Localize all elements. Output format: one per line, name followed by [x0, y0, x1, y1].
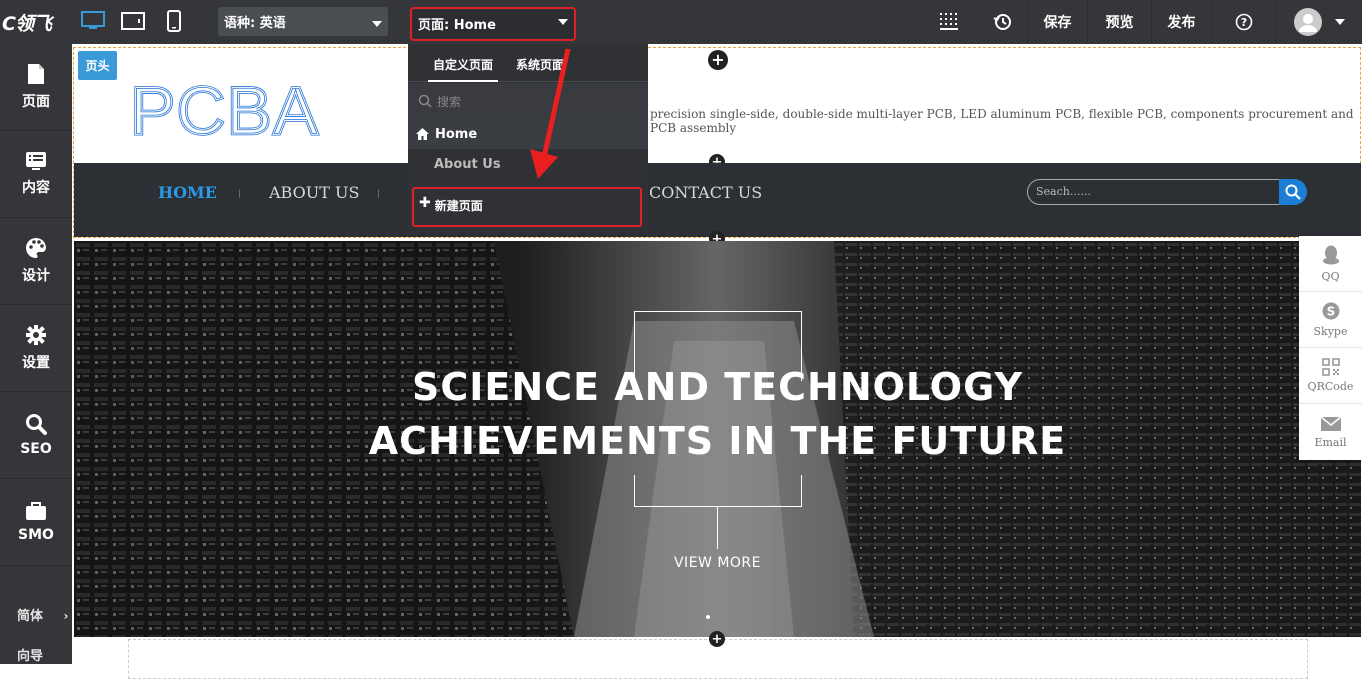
sidebar-item-label: 设置 — [22, 355, 50, 371]
language-select[interactable]: 语种: 英语 — [218, 7, 388, 36]
plus-icon: ✚ — [419, 195, 431, 211]
sidebar-language-label: 简体 — [17, 609, 44, 624]
hero-banner: SCIENCE AND TECHNOLOGY ACHIEVEMENTS IN T… — [74, 241, 1361, 637]
new-page-label: 新建页面 — [434, 199, 483, 213]
site-search-input[interactable]: Seach...... — [1027, 179, 1281, 205]
sidebar-item-design[interactable]: 设计 — [0, 218, 72, 305]
skype-icon: S — [1322, 302, 1339, 320]
svg-text:PCBA: PCBA — [130, 80, 319, 140]
email-icon — [1320, 415, 1341, 431]
top-toolbar: C领飞 语种: 英语 页面: Home 保存 预览 发布 ? — [0, 0, 1362, 44]
grid-icon[interactable] — [929, 0, 969, 44]
sidebar-item-label: SEO — [20, 441, 52, 457]
view-more-link[interactable]: VIEW MORE — [74, 555, 1361, 571]
page-item-about-us[interactable]: About Us — [434, 157, 501, 172]
svg-text:?: ? — [1240, 16, 1246, 29]
chevron-down-icon — [558, 19, 568, 25]
sidebar-item-label: 设计 — [22, 268, 50, 284]
banner-divider-line — [717, 507, 718, 549]
user-menu[interactable] — [1275, 0, 1362, 44]
desktop-icon[interactable] — [81, 10, 105, 32]
sidebar-item-seo[interactable]: SEO — [0, 392, 72, 479]
new-page-button[interactable]: ✚ 新建页面 — [412, 187, 642, 227]
home-icon — [416, 128, 429, 140]
mobile-icon[interactable] — [162, 10, 186, 32]
history-icon[interactable] — [981, 0, 1025, 44]
site-description: precision single-side, double-side multi… — [650, 107, 1354, 135]
page-item-label: Home — [435, 126, 478, 142]
preview-button[interactable]: 预览 — [1087, 0, 1151, 44]
site-logo[interactable]: PCBA PCBA — [129, 72, 325, 151]
qrcode-icon — [1321, 358, 1340, 376]
float-item-skype[interactable]: S Skype — [1299, 292, 1362, 348]
float-item-email[interactable]: Email — [1299, 404, 1362, 460]
briefcase-icon — [26, 502, 46, 520]
sidebar-item-settings[interactable]: 设置 — [0, 305, 72, 392]
float-item-label: QRCode — [1307, 380, 1354, 393]
page-search-placeholder: 搜索 — [437, 94, 462, 109]
banner-title-line-2: ACHIEVEMENTS IN THE FUTURE — [368, 419, 1067, 463]
add-section-icon[interactable]: + — [708, 50, 728, 70]
palette-icon — [26, 238, 46, 258]
sidebar-item-page[interactable]: 页面 — [0, 44, 72, 131]
avatar — [1294, 8, 1322, 36]
save-button[interactable]: 保存 — [1027, 0, 1087, 44]
nav-divider — [378, 189, 379, 198]
float-item-qrcode[interactable]: QRCode — [1299, 348, 1362, 404]
sidebar-item-label: 内容 — [22, 180, 50, 196]
nav-item-contact[interactable]: CONTACT US — [649, 183, 762, 202]
chevron-down-icon — [1335, 19, 1345, 25]
language-select-label: 语种: 英语 — [224, 16, 286, 31]
tab-custom-pages[interactable]: 自定义页面 — [433, 56, 493, 73]
banner-title-line-1: SCIENCE AND TECHNOLOGY — [412, 365, 1023, 409]
sidebar-guide-label: 向导 — [17, 649, 44, 664]
floating-contact-bar: QQ S Skype QRCode Email — [1299, 236, 1362, 460]
sidebar-language-toggle[interactable]: 简体 › — [0, 605, 72, 624]
site-search-button[interactable] — [1279, 179, 1307, 205]
sidebar-guide[interactable]: 向导 — [0, 645, 72, 664]
gear-icon — [26, 325, 46, 345]
sidebar-item-content[interactable]: 内容 — [0, 131, 72, 218]
annotation-arrow-icon — [530, 48, 571, 179]
search-icon — [26, 414, 47, 435]
add-section-icon[interactable]: + — [709, 631, 725, 647]
nav-divider — [239, 189, 240, 198]
nav-item-home[interactable]: HOME — [158, 183, 217, 202]
search-icon — [418, 94, 432, 108]
sidebar-item-label: SMO — [18, 527, 54, 543]
tablet-icon[interactable] — [121, 10, 145, 32]
left-sidebar: 页面 内容 设计 设置 SEO SMO 简体 › 向导 — [0, 44, 72, 664]
banner-frame-bottom — [634, 475, 802, 507]
nav-item-about[interactable]: ABOUT US — [269, 183, 359, 202]
search-icon — [1285, 184, 1301, 200]
sidebar-item-label: 页面 — [22, 94, 50, 110]
float-item-label: Email — [1314, 435, 1347, 449]
float-item-label: Skype — [1313, 325, 1348, 338]
chevron-down-icon — [372, 21, 382, 27]
brand-logo: C领飞 — [2, 12, 52, 35]
float-item-label: QQ — [1321, 270, 1340, 283]
help-icon[interactable]: ? — [1211, 0, 1275, 44]
page-select-label: 页面: Home — [418, 18, 496, 33]
float-item-qq[interactable]: QQ — [1299, 236, 1362, 292]
chevron-right-icon: › — [63, 609, 69, 623]
active-tab-indicator — [428, 80, 498, 82]
carousel-dot[interactable] — [706, 615, 710, 619]
publish-button[interactable]: 发布 — [1151, 0, 1211, 44]
svg-text:S: S — [1326, 305, 1335, 319]
sidebar-item-smo[interactable]: SMO — [0, 479, 72, 566]
page-select[interactable]: 页面: Home — [410, 7, 576, 41]
header-section-tag[interactable]: 页头 — [78, 51, 117, 80]
qq-icon — [1322, 245, 1339, 265]
content-icon — [26, 152, 46, 170]
page-icon — [28, 64, 44, 84]
